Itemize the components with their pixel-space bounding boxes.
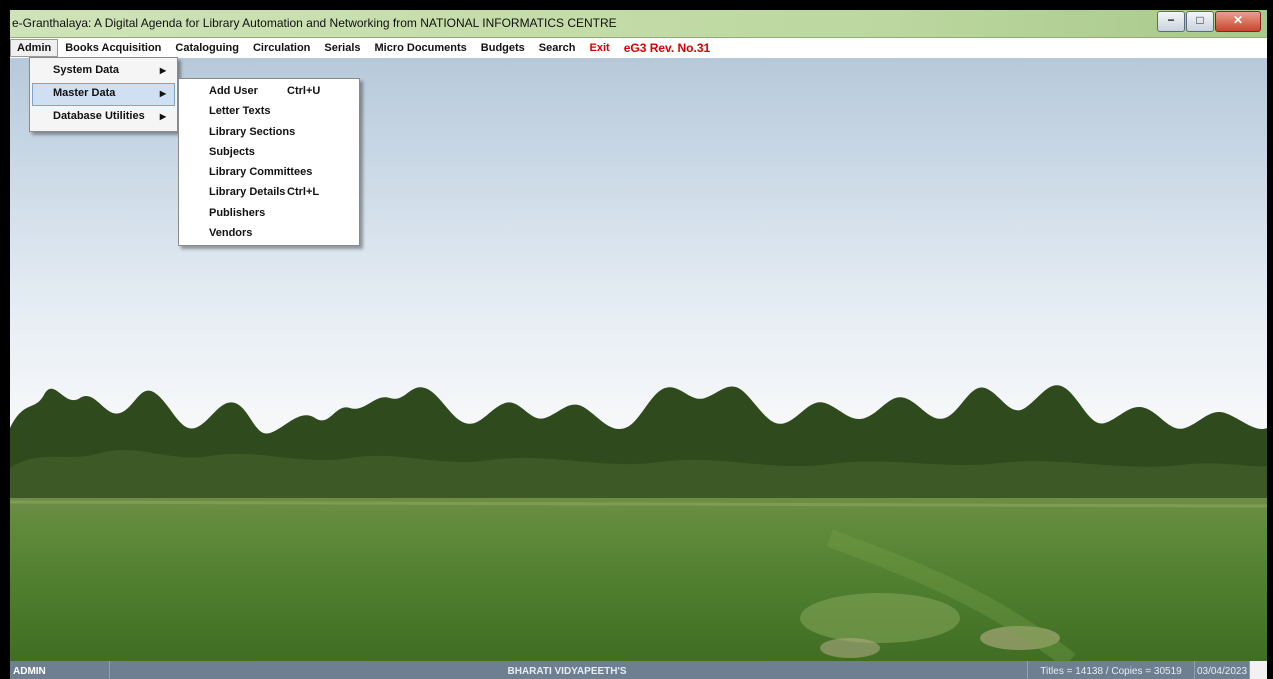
menu-item-vendors[interactable]: Vendors — [179, 223, 359, 243]
menu-item-label: Vendors — [209, 227, 253, 240]
menu-item-shortcut: Ctrl+U — [287, 85, 321, 97]
menu-item-label: Library Details — [209, 186, 286, 199]
app-window: e-Granthalaya: A Digital Agenda for Libr… — [10, 10, 1267, 679]
submenu-arrow-icon: ▶ — [159, 112, 166, 121]
menu-item-shortcut: Ctrl+L — [287, 186, 320, 199]
menu-item-label: Subjects — [209, 145, 255, 158]
master-data-submenu: Add User Ctrl+U Letter Texts Library Sec… — [178, 78, 360, 247]
tree-line — [10, 385, 1267, 518]
minimize-button[interactable]: − — [1157, 11, 1185, 32]
menu-item-add-user[interactable]: Add User Ctrl+U — [179, 81, 359, 101]
status-bar: ADMIN BHARATI VIDYAPEETH'S Titles = 1413… — [10, 661, 1267, 679]
submenu-arrow-icon: ▶ — [159, 66, 166, 75]
close-icon: ✕ — [1232, 13, 1244, 27]
menu-circulation[interactable]: Circulation — [246, 39, 317, 57]
menu-item-library-committees[interactable]: Library Committees — [179, 162, 359, 182]
grass-texture — [10, 500, 1267, 661]
menu-exit[interactable]: Exit — [583, 39, 617, 57]
menu-item-publishers[interactable]: Publishers — [179, 203, 359, 223]
menu-item-label: Library Sections — [209, 125, 296, 138]
revision-label: eG3 Rev. No.31 — [623, 41, 711, 55]
menu-serials[interactable]: Serials — [317, 39, 367, 57]
menu-search[interactable]: Search — [532, 39, 583, 57]
menu-item-label: Library Committees — [209, 166, 313, 179]
window-title: e-Granthalaya: A Digital Agenda for Libr… — [12, 16, 617, 30]
menu-micro-documents[interactable]: Micro Documents — [368, 39, 474, 57]
menu-item-label: Publishers — [209, 206, 266, 219]
menu-item-label: Master Data — [53, 87, 116, 99]
menu-budgets[interactable]: Budgets — [474, 39, 532, 57]
menu-item-master-data[interactable]: Master Data ▶ — [32, 83, 175, 106]
maximize-icon: □ — [1196, 13, 1204, 27]
admin-dropdown-menu: System Data ▶ Master Data ▶ Database Uti… — [29, 57, 178, 132]
menu-item-system-data[interactable]: System Data ▶ — [32, 60, 175, 83]
menu-item-subjects[interactable]: Subjects — [179, 142, 359, 162]
menu-item-label: System Data — [53, 64, 120, 76]
menu-item-library-sections[interactable]: Library Sections — [179, 122, 359, 142]
menu-item-label: Database Utilities — [53, 110, 145, 122]
menu-books-acquisition[interactable]: Books Acquisition — [58, 39, 168, 57]
menu-item-library-details[interactable]: Library Details Ctrl+L — [179, 182, 359, 202]
menu-item-label: Add User — [209, 85, 258, 97]
maximize-button[interactable]: □ — [1186, 11, 1214, 32]
status-date: 03/04/2023 — [1195, 661, 1250, 679]
menu-admin[interactable]: Admin — [10, 39, 59, 57]
status-user: ADMIN — [10, 661, 110, 679]
minimize-icon: − — [1167, 13, 1175, 27]
menu-item-database-utilities[interactable]: Database Utilities ▶ — [32, 106, 175, 129]
title-bar[interactable]: e-Granthalaya: A Digital Agenda for Libr… — [10, 10, 1267, 38]
resize-grip[interactable] — [1250, 661, 1267, 679]
status-counts: Titles = 14138 / Copies = 30519 — [1028, 661, 1195, 679]
menu-bar: Admin Books Acquisition Cataloguing Circ… — [10, 38, 1267, 58]
menu-cataloguing[interactable]: Cataloguing — [168, 39, 246, 57]
menu-item-letter-texts[interactable]: Letter Texts — [179, 101, 359, 121]
close-button[interactable]: ✕ — [1215, 11, 1261, 32]
status-organization: BHARATI VIDYAPEETH'S — [107, 661, 1028, 679]
menu-item-label: Letter Texts — [209, 105, 271, 118]
submenu-arrow-icon: ▶ — [159, 89, 166, 98]
